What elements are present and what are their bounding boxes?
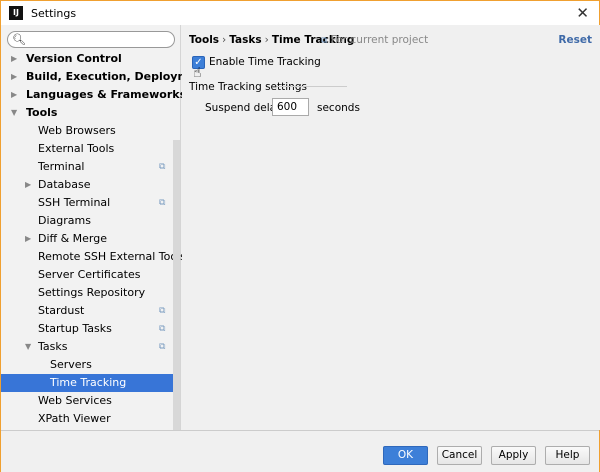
breadcrumb-tasks: Tasks	[229, 34, 262, 46]
tree-item-label: Startup Tasks	[38, 322, 112, 335]
tree-item-label: Settings Repository	[38, 286, 146, 299]
reset-link[interactable]: Reset	[558, 34, 592, 46]
tree-item-label: Terminal	[38, 160, 85, 173]
apply-button[interactable]: Apply	[491, 446, 536, 465]
help-button[interactable]: Help	[545, 446, 590, 465]
tree-item-label: XPath Viewer	[38, 412, 111, 425]
tree-item-label: Web Services	[38, 394, 112, 407]
suspend-delay-input[interactable]	[272, 98, 309, 116]
tree-item-label: Database	[38, 178, 91, 191]
tree-item-startup-tasks[interactable]: Startup Tasks ⧉	[1, 320, 173, 338]
dialog-footer: OK Cancel Apply Help	[1, 430, 599, 472]
tree-item-remote-ssh-external-tools[interactable]: Remote SSH External Tools	[1, 248, 186, 266]
tree-item-label: Server Certificates	[38, 268, 141, 281]
chevron-down-icon[interactable]: ▼	[11, 104, 17, 122]
search-icon: 🔍︎	[12, 33, 26, 46]
tree-item-database[interactable]: ▶ Database	[1, 176, 173, 194]
tree-item-external-tools[interactable]: External Tools	[1, 140, 173, 158]
copy-icon: ⧉	[321, 36, 328, 46]
tree-item-label: Web Browsers	[38, 124, 116, 137]
project-level-icon: ⧉	[159, 324, 166, 334]
tree-item-xpath-viewer[interactable]: XPath Viewer	[1, 410, 173, 428]
breadcrumb-sep: ›	[264, 34, 269, 46]
tree-item-label: Tools	[26, 106, 58, 119]
settings-window: IJ Settings ✕ 🔍︎ ▶ Version Control ▶ Build,…	[0, 0, 600, 472]
window-title: Settings	[31, 6, 77, 20]
tree-item-tools[interactable]: ▼ Tools	[1, 104, 173, 122]
tree-item-languages-frameworks[interactable]: ▶ Languages & Frameworks	[1, 86, 186, 104]
project-level-icon: ⧉	[159, 198, 166, 208]
chevron-right-icon[interactable]: ▶	[25, 176, 31, 194]
scope-text: For current project	[330, 34, 429, 46]
tree-item-label: Time Tracking	[50, 376, 127, 389]
title-bar: IJ Settings ✕	[1, 1, 599, 25]
hand-cursor-icon: ☝	[193, 65, 202, 81]
tree-item-label: Tasks	[38, 340, 68, 353]
tree-item-build-execution-deployment[interactable]: ▶ Build, Execution, Deployment	[1, 68, 209, 86]
chevron-right-icon[interactable]: ▶	[25, 230, 31, 248]
app-icon: IJ	[9, 6, 23, 20]
close-icon[interactable]: ✕	[576, 4, 589, 22]
project-level-icon: ⧉	[159, 306, 166, 316]
tree-item-label: SSH Terminal	[38, 196, 111, 209]
tree-item-web-services[interactable]: Web Services	[1, 392, 173, 410]
tree-item-diff-merge[interactable]: ▶ Diff & Merge	[1, 230, 173, 248]
chevron-right-icon[interactable]: ▶	[11, 68, 17, 86]
chevron-down-icon[interactable]: ▼	[25, 338, 31, 356]
search-input[interactable]: 🔍︎	[7, 31, 175, 48]
tree-item-label: Version Control	[26, 52, 122, 65]
enable-time-tracking-label[interactable]: Enable Time Tracking	[209, 56, 321, 68]
tree-item-settings-repository[interactable]: Settings Repository	[1, 284, 173, 302]
project-level-icon: ⧉	[159, 342, 166, 352]
chevron-right-icon[interactable]: ▶	[11, 50, 17, 68]
settings-tree-panel: 🔍︎ ▶ Version Control ▶ Build, Execution, De…	[1, 25, 209, 453]
tree-item-label: Remote SSH External Tools	[38, 250, 186, 263]
breadcrumb-sep: ›	[222, 34, 227, 46]
tree-item-ssh-terminal[interactable]: SSH Terminal ⧉	[1, 194, 173, 212]
tree-item-label: External Tools	[38, 142, 115, 155]
breadcrumb-tools: Tools	[189, 34, 220, 46]
content-panel: Tools › Tasks › Time Tracking ⧉ For current …	[182, 25, 600, 430]
tree-item-label: Diagrams	[38, 214, 91, 227]
project-scope-label: ⧉ For current project	[321, 34, 428, 46]
tree-item-label: Servers	[50, 358, 92, 371]
tree-item-web-browsers[interactable]: Web Browsers	[1, 122, 173, 140]
group-divider	[277, 86, 347, 87]
ok-button[interactable]: OK	[383, 446, 428, 465]
chevron-right-icon[interactable]: ▶	[11, 86, 17, 104]
tree-item-server-certificates[interactable]: Server Certificates	[1, 266, 173, 284]
seconds-label: seconds	[317, 102, 360, 114]
tree-item-tasks[interactable]: ▼ Tasks ⧉	[1, 338, 173, 356]
project-level-icon: ⧉	[159, 162, 166, 172]
tree-item-terminal[interactable]: Terminal ⧉	[1, 158, 173, 176]
group-title: Time Tracking settings	[189, 81, 307, 93]
tree-item-servers[interactable]: Servers	[1, 356, 173, 374]
tree-item-stardust[interactable]: Stardust ⧉	[1, 302, 173, 320]
tree-item-label: Languages & Frameworks	[26, 88, 187, 101]
tree-item-label: Diff & Merge	[38, 232, 108, 245]
scrollbar[interactable]	[173, 140, 180, 453]
tree-item-diagrams[interactable]: Diagrams	[1, 212, 173, 230]
tree-item-time-tracking[interactable]: Time Tracking	[1, 374, 180, 392]
cancel-button[interactable]: Cancel	[437, 446, 482, 465]
tree-item-version-control[interactable]: ▶ Version Control	[1, 50, 173, 68]
tree-item-label: Stardust	[38, 304, 85, 317]
